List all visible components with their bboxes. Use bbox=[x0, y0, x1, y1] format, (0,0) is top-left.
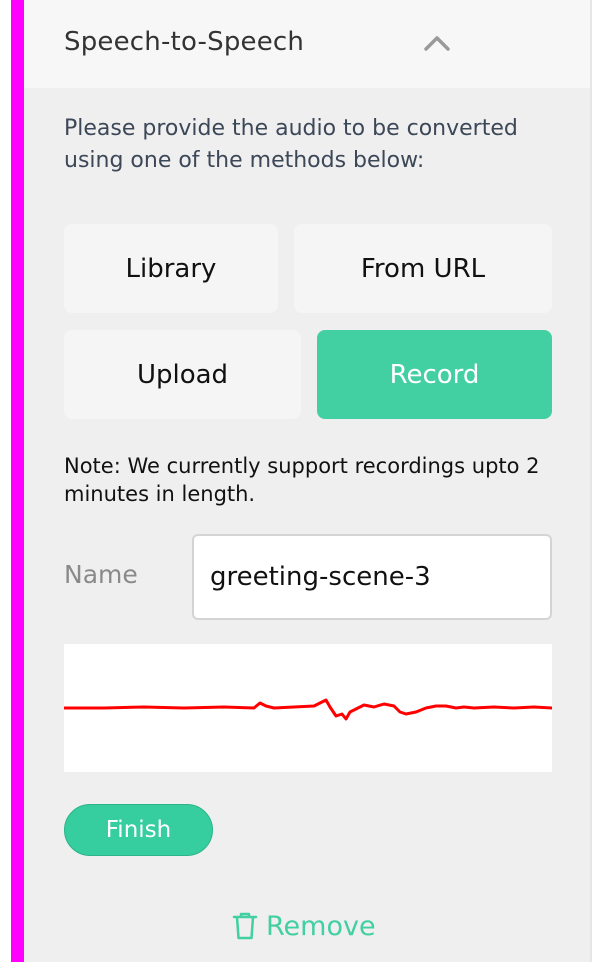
from-url-button[interactable]: From URL bbox=[294, 224, 552, 313]
chevron-up-icon[interactable] bbox=[422, 33, 452, 53]
finish-button[interactable]: Finish bbox=[64, 804, 213, 856]
panel-right-border bbox=[590, 0, 592, 962]
instructions-text: Please provide the audio to be converted… bbox=[64, 116, 518, 173]
record-button[interactable]: Record bbox=[317, 330, 552, 419]
name-input[interactable] bbox=[192, 534, 552, 620]
upload-button[interactable]: Upload bbox=[64, 330, 301, 419]
panel-title: Speech-to-Speech bbox=[64, 27, 305, 57]
library-button[interactable]: Library bbox=[64, 224, 278, 313]
waveform-graphic bbox=[62, 698, 554, 721]
accent-bar bbox=[11, 0, 24, 962]
panel-header[interactable]: Speech-to-Speech bbox=[24, 0, 590, 88]
audio-waveform bbox=[62, 644, 554, 772]
name-label: Name bbox=[64, 560, 138, 589]
remove-label: Remove bbox=[266, 910, 376, 942]
remove-button[interactable]: Remove bbox=[232, 906, 376, 946]
speech-to-speech-panel: Speech-to-Speech Please provide the audi… bbox=[24, 0, 590, 962]
trash-icon bbox=[232, 912, 258, 940]
recording-note: Note: We currently support recordings up… bbox=[64, 454, 540, 506]
